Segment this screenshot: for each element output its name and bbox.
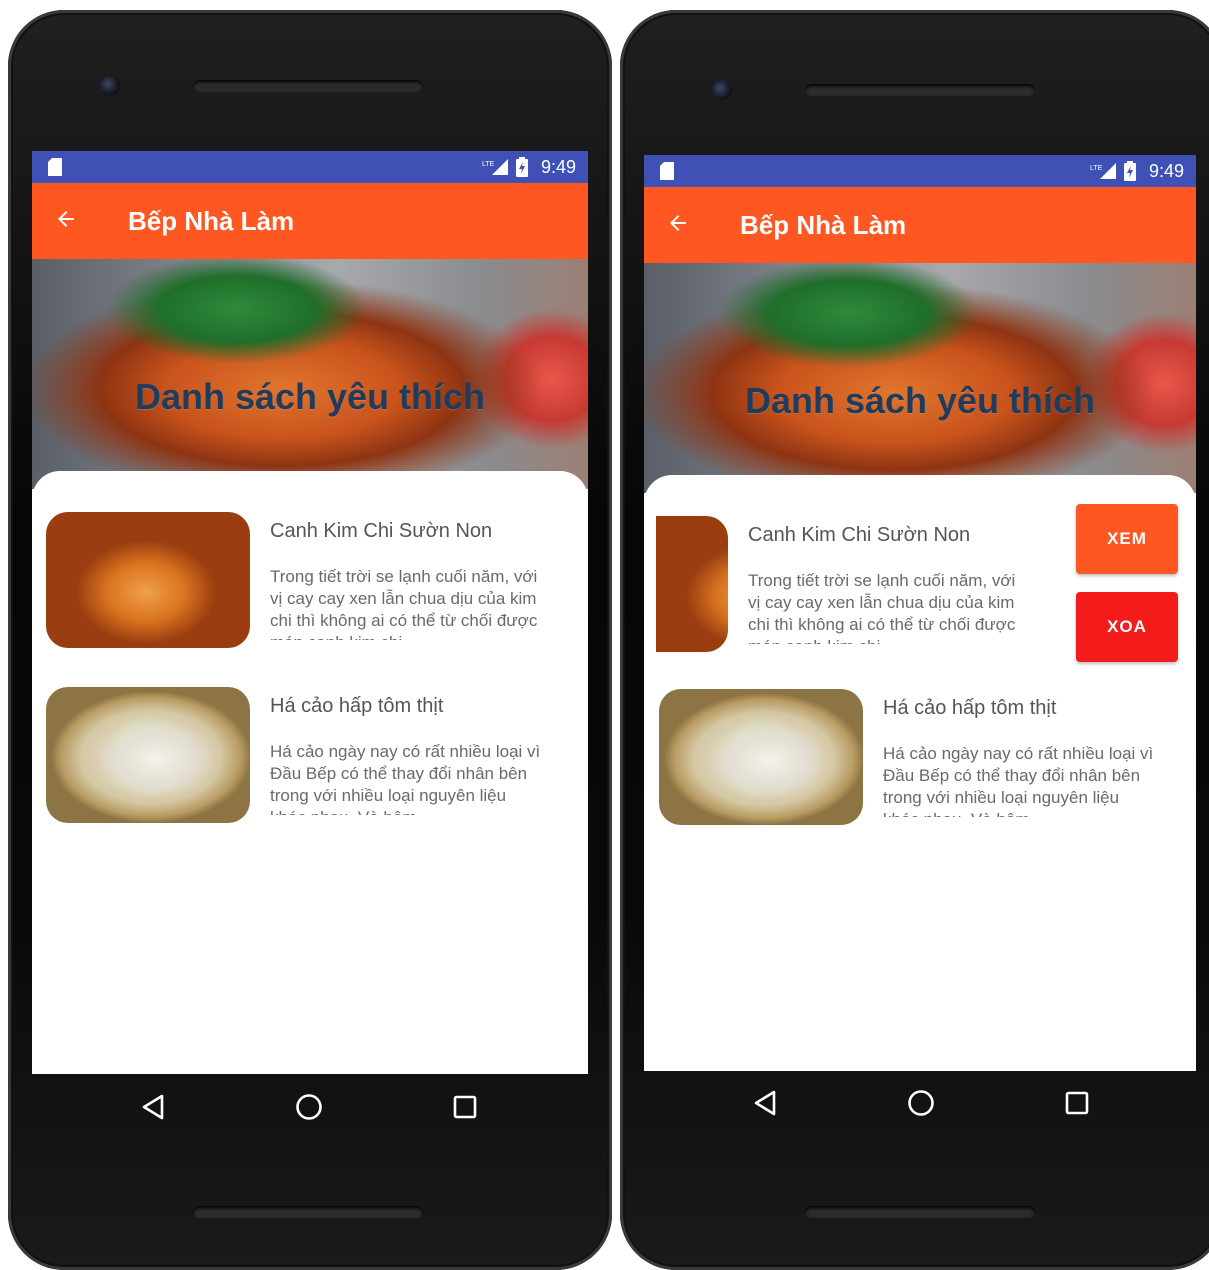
recipe-description: Há cảo ngày nay có rất nhiều loại vì Đầu…	[270, 742, 541, 815]
recipe-image	[46, 687, 250, 823]
lte-signal-icon: LTE	[482, 159, 508, 175]
list-item[interactable]: Canh Kim Chi Sườn Non Trong tiết trời se…	[46, 512, 566, 652]
delete-button[interactable]: XOA	[1076, 592, 1178, 662]
svg-text:LTE: LTE	[482, 161, 495, 168]
sd-card-icon	[48, 158, 62, 176]
nav-back-triangle-icon[interactable]	[752, 1090, 778, 1116]
nav-back-triangle-icon[interactable]	[140, 1094, 166, 1120]
favorites-list: Canh Kim Chi Sườn Non Trong tiết trời se…	[644, 475, 1196, 1071]
battery-charging-icon	[516, 157, 528, 177]
system-nav-bar	[644, 1070, 1200, 1140]
hero-title: Danh sách yêu thích	[134, 376, 486, 417]
recipe-title: Há cảo hấp tôm thịt	[883, 697, 1057, 719]
nav-recents-square-icon[interactable]	[1064, 1090, 1090, 1116]
recipe-description: Há cảo ngày nay có rất nhiều loại vì Đầu…	[883, 744, 1154, 817]
recipe-description: Trong tiết trời se lạnh cuối năm, với vị…	[270, 567, 538, 640]
recipe-image	[46, 512, 250, 648]
nav-home-circle-icon[interactable]	[906, 1088, 936, 1118]
hero-banner: Danh sách yêu thích	[644, 263, 1196, 493]
screen: LTE 9:49 Bếp Nhà Làm Danh sách yêu thích…	[32, 151, 588, 1074]
favorites-list: Canh Kim Chi Sườn Non Trong tiết trời se…	[32, 471, 588, 1074]
status-clock: 9:49	[540, 157, 576, 177]
system-nav-bar	[32, 1074, 588, 1144]
recipe-image	[659, 689, 863, 825]
nav-home-circle-icon[interactable]	[294, 1092, 324, 1122]
recipe-description: Trong tiết trời se lạnh cuối năm, với vị…	[748, 571, 1016, 644]
app-title: Bếp Nhà Làm	[740, 210, 907, 240]
recipe-title: Há cảo hấp tôm thịt	[270, 695, 444, 717]
earpiece-speaker	[805, 84, 1035, 96]
svg-text:LTE: LTE	[1090, 165, 1103, 172]
status-bar: LTE 9:49	[644, 155, 1196, 187]
app-bar: Bếp Nhà Làm	[644, 187, 1196, 263]
bottom-speaker	[193, 1206, 423, 1218]
status-bar: LTE 9:49	[32, 151, 588, 183]
recipe-title: Canh Kim Chi Sườn Non	[748, 524, 971, 546]
hero-title: Danh sách yêu thích	[744, 380, 1096, 421]
list-item[interactable]: Há cảo hấp tôm thịt Há cảo ngày nay có r…	[659, 689, 1179, 829]
sd-card-icon	[660, 162, 674, 180]
arrow-back-icon[interactable]	[666, 211, 690, 235]
battery-charging-icon	[1124, 161, 1136, 181]
phone-frame-left: LTE 9:49 Bếp Nhà Làm Danh sách yêu thích…	[8, 10, 612, 1270]
list-item[interactable]: Há cảo hấp tôm thịt Há cảo ngày nay có r…	[46, 687, 566, 827]
status-clock: 9:49	[1148, 161, 1184, 181]
app-title: Bếp Nhà Làm	[128, 206, 295, 236]
phone-frame-right: LTE 9:49 Bếp Nhà Làm Danh sách yêu thích…	[620, 10, 1209, 1270]
app-bar: Bếp Nhà Làm	[32, 183, 588, 259]
lte-signal-icon: LTE	[1090, 163, 1116, 179]
front-camera	[100, 76, 120, 96]
recipe-title: Canh Kim Chi Sườn Non	[270, 520, 493, 542]
earpiece-speaker	[193, 80, 423, 92]
front-camera	[712, 80, 732, 100]
hero-banner: Danh sách yêu thích	[32, 259, 588, 489]
list-item-swiped[interactable]: Canh Kim Chi Sườn Non Trong tiết trời se…	[656, 504, 1178, 662]
arrow-back-icon[interactable]	[54, 207, 78, 231]
screen: LTE 9:49 Bếp Nhà Làm Danh sách yêu thích…	[644, 155, 1196, 1071]
bottom-speaker	[805, 1206, 1035, 1218]
recipe-image	[656, 516, 728, 652]
nav-recents-square-icon[interactable]	[452, 1094, 478, 1120]
view-button[interactable]: XEM	[1076, 504, 1178, 574]
